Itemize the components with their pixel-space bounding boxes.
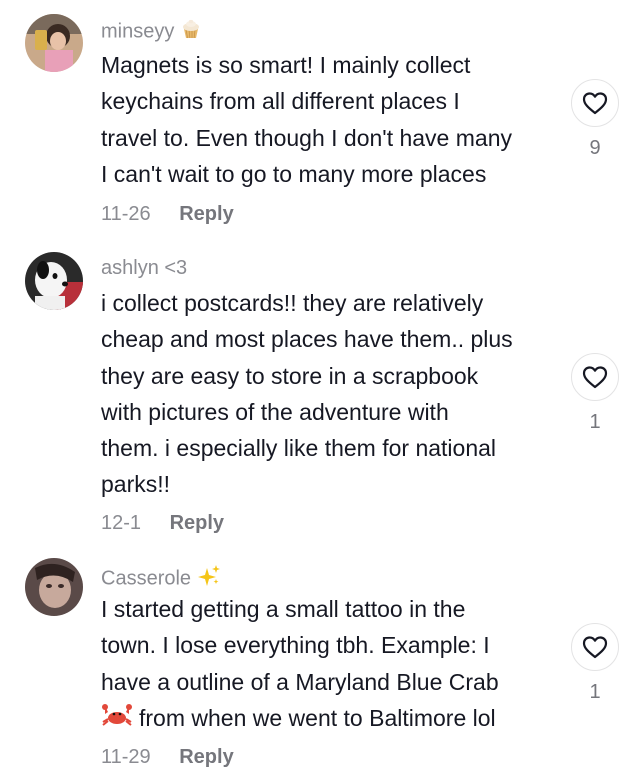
comment-line: with pictures of the adventure with [101, 398, 449, 425]
heart-icon [582, 366, 608, 389]
comment-date: 11-26 [101, 203, 151, 225]
like-count: 1 [589, 411, 601, 433]
comment-text: i collect postcards!! they are relativel… [101, 285, 571, 503]
like-area: 1 [570, 623, 620, 704]
reply-button[interactable]: Reply [179, 202, 233, 226]
heart-icon [582, 636, 608, 659]
cupcake-icon [180, 18, 202, 46]
reply-button[interactable]: Reply [179, 745, 233, 769]
comment-line-text: from when we went to Baltimore lol [139, 704, 496, 731]
comment-date: 12-1 [101, 512, 142, 534]
avatar[interactable] [25, 14, 83, 72]
like-count: 1 [589, 681, 601, 703]
comment-date: 11-29 [101, 746, 151, 768]
heart-icon [582, 92, 608, 115]
comment-text: I started getting a small tattoo in the … [101, 591, 571, 738]
comment-meta: 11-26 Reply [101, 202, 234, 226]
comment-line: they are easy to store in a scrapbook [101, 362, 479, 389]
like-area: 9 [570, 79, 620, 160]
comment-line: keychains from all different places I [101, 88, 460, 115]
comment-line: Magnets is so smart! I mainly collect [101, 52, 471, 78]
sparkles-icon [197, 564, 221, 594]
username[interactable]: minseyy [101, 18, 202, 46]
comment-item: ashlyn <3 i collect postcards!! they are… [0, 245, 640, 545]
comment-meta: 12-1 Reply [101, 511, 224, 535]
comment-line: I can't wait to go to many more places [101, 160, 487, 187]
username-text[interactable]: ashlyn <3 [101, 257, 187, 279]
avatar[interactable] [25, 558, 83, 616]
like-button[interactable] [571, 79, 619, 127]
comment-line: i collect postcards!! they are relativel… [101, 290, 484, 316]
comment-meta: 11-29 Reply [101, 745, 234, 769]
username[interactable]: Casserole [101, 564, 221, 594]
comment-line: have a outline of a Maryland Blue Crab [101, 668, 499, 695]
like-area: 1 [570, 353, 620, 434]
username-text[interactable]: Casserole [101, 567, 191, 589]
comment-line: cheap and most places have them.. plus [101, 326, 513, 353]
comment-line: I started getting a small tattoo in the [101, 596, 466, 622]
comment-text: Magnets is so smart! I mainly collect ke… [101, 47, 571, 192]
like-button[interactable] [571, 353, 619, 401]
username-text[interactable]: minseyy [101, 20, 174, 42]
like-button[interactable] [571, 623, 619, 671]
crab-icon [101, 702, 133, 738]
username[interactable]: ashlyn <3 [101, 256, 187, 280]
comment-line: travel to. Even though I don't have many [101, 124, 512, 151]
comment-line: them. i especially like them for nationa… [101, 435, 497, 462]
like-count: 9 [589, 137, 601, 159]
avatar[interactable] [25, 252, 83, 310]
comment-line: from when we went to Baltimore lol [101, 700, 571, 738]
comment-item: Casserole I started getting a small tatt… [0, 555, 640, 781]
comment-line: parks!! [101, 471, 171, 498]
reply-button[interactable]: Reply [170, 511, 224, 535]
comment-item: minseyy Magnets is so smart! I mainly co… [0, 0, 640, 240]
comment-line: town. I lose everything tbh. Example: I [101, 632, 490, 659]
